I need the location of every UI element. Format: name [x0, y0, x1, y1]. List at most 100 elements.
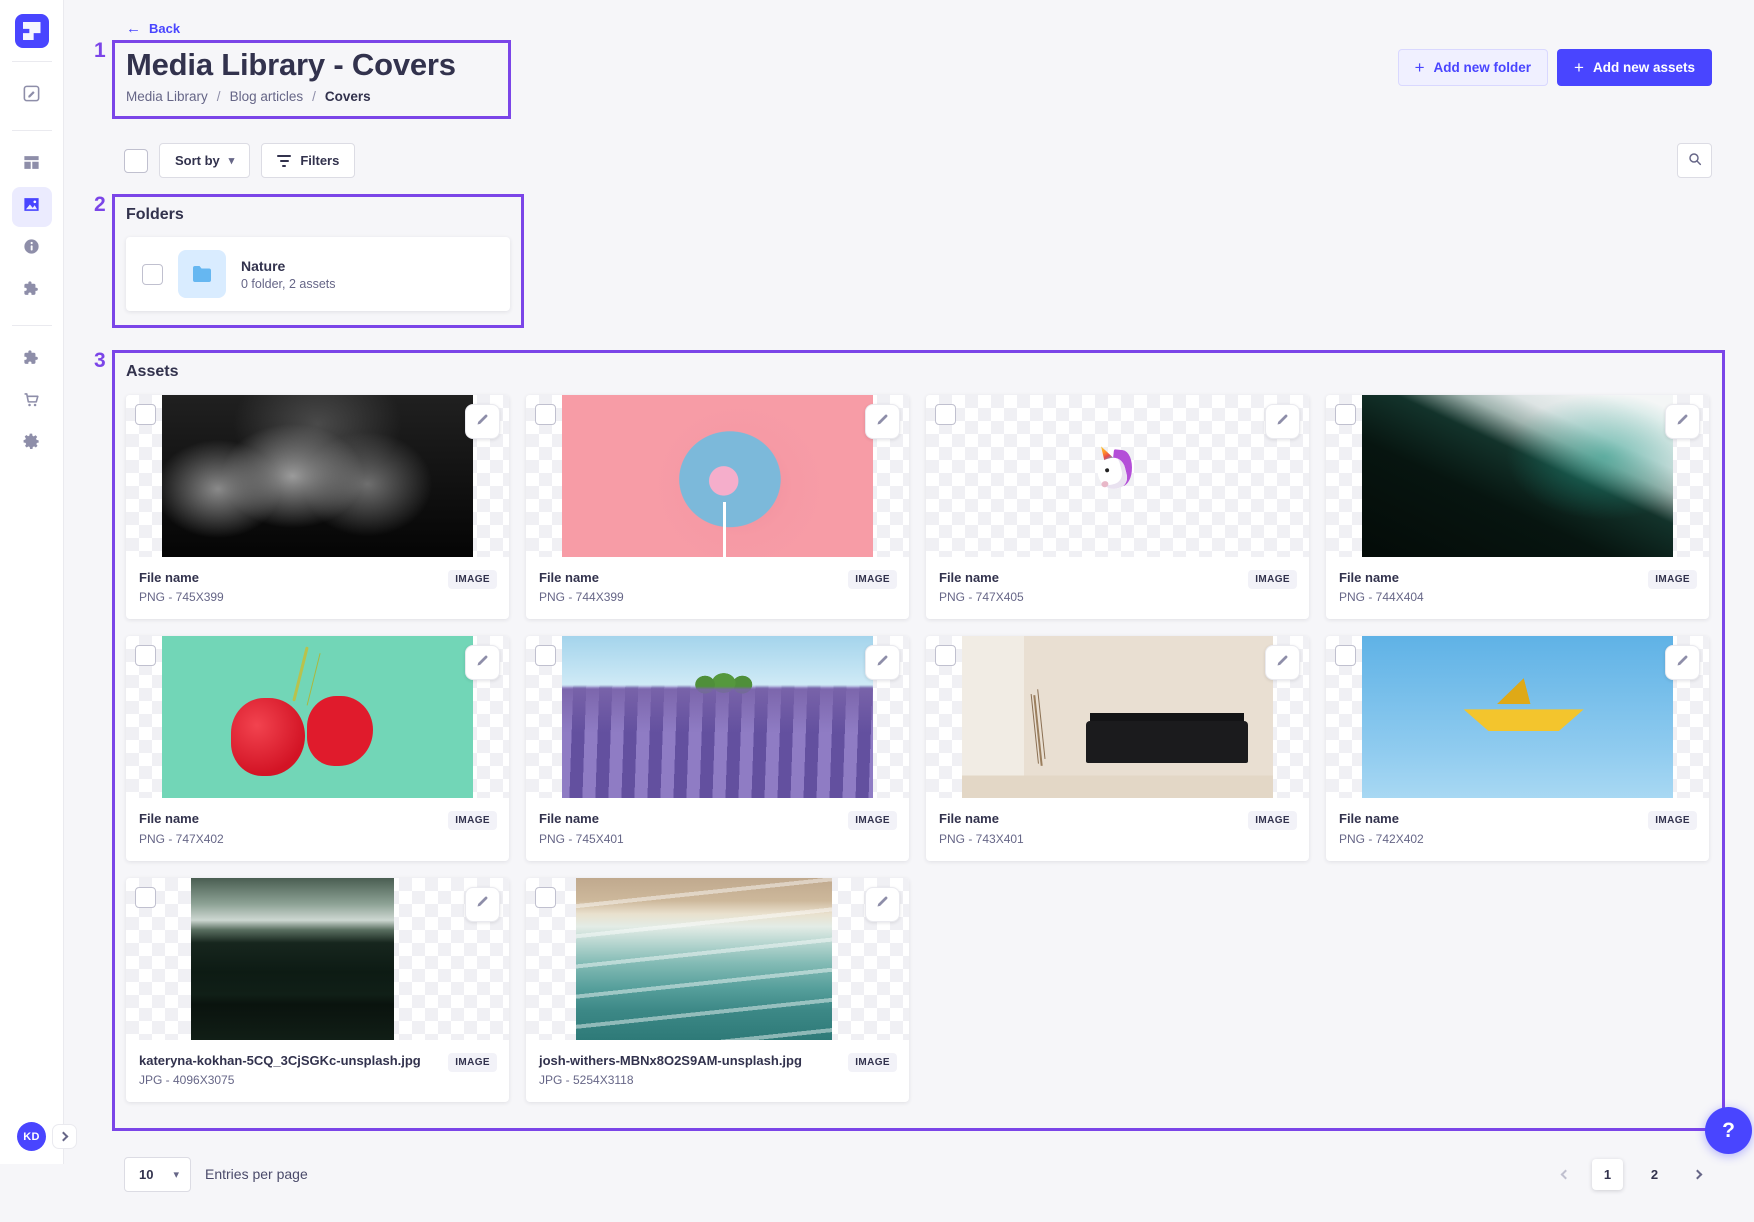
add-new-assets-button[interactable]: + Add new assets [1557, 49, 1712, 86]
asset-card[interactable]: File name PNG - 744X399 IMAGE [526, 395, 909, 619]
breadcrumb-separator: / [217, 89, 221, 104]
edit-asset-button[interactable] [1665, 404, 1700, 439]
asset-type-badge: IMAGE [448, 1053, 497, 1072]
asset-type-badge: IMAGE [1248, 570, 1297, 589]
edit-asset-button[interactable] [465, 645, 500, 680]
page-button-1[interactable]: 1 [1592, 1159, 1623, 1190]
add-new-folder-button[interactable]: + Add new folder [1398, 49, 1548, 86]
unicorn-image [926, 395, 1309, 557]
strapi-logo[interactable] [15, 14, 49, 48]
edit-asset-button[interactable] [865, 645, 900, 680]
asset-card[interactable]: File name PNG - 747X402 IMAGE [126, 636, 509, 860]
previous-page-button[interactable] [1552, 1162, 1576, 1186]
puzzle-icon [22, 348, 41, 372]
folder-card-nature[interactable]: Nature 0 folder, 2 assets [126, 237, 510, 311]
asset-card[interactable]: josh-withers-MBNx8O2S9AM-unsplash.jpg JP… [526, 878, 909, 1102]
asset-thumbnail [126, 395, 509, 557]
asset-checkbox[interactable] [535, 887, 556, 908]
pencil-icon [1275, 653, 1290, 673]
media-library-icon [22, 195, 41, 219]
plus-icon: + [1415, 59, 1425, 76]
asset-type-badge: IMAGE [1648, 570, 1697, 589]
folder-checkbox[interactable] [142, 264, 163, 285]
annotation-box-3: 3 Assets File name PNG - 745X399 IMAGE [112, 350, 1725, 1131]
pencil-icon [875, 653, 890, 673]
asset-checkbox[interactable] [1335, 404, 1356, 425]
sidebar-item-documentation[interactable] [12, 229, 52, 269]
asset-checkbox[interactable] [535, 645, 556, 666]
asset-file-meta: JPG - 4096X3075 [139, 1073, 421, 1087]
unicorn-art [1092, 448, 1140, 496]
puzzle-icon [22, 279, 41, 303]
sidebar-item-purchase[interactable] [12, 382, 52, 422]
edit-asset-button[interactable] [465, 887, 500, 922]
back-link[interactable]: ← Back [126, 21, 180, 36]
asset-thumbnail [126, 636, 509, 798]
edit-asset-button[interactable] [1265, 404, 1300, 439]
sidebar-item-marketplace[interactable] [12, 340, 52, 380]
asset-card[interactable]: File name PNG - 747X405 IMAGE [926, 395, 1309, 619]
cart-icon [22, 390, 41, 414]
asset-card[interactable]: File name PNG - 745X401 IMAGE [526, 636, 909, 860]
sidebar-collapse-button[interactable] [52, 1124, 77, 1149]
sidebar-item-media-library[interactable] [12, 187, 52, 227]
asset-checkbox[interactable] [135, 404, 156, 425]
asset-card[interactable]: File name PNG - 744X404 IMAGE [1326, 395, 1709, 619]
filters-button[interactable]: Filters [261, 143, 355, 178]
plus-icon: + [1574, 59, 1584, 76]
entries-per-page-select[interactable]: 10 ▾ [124, 1157, 191, 1192]
asset-type-badge: IMAGE [1248, 811, 1297, 830]
asset-card[interactable]: File name PNG - 742X402 IMAGE [1326, 636, 1709, 860]
asset-card[interactable]: File name PNG - 743X401 IMAGE [926, 636, 1309, 860]
asset-file-meta: PNG - 745X401 [539, 832, 624, 846]
pencil-icon [475, 894, 490, 914]
sidebar-item-content-type-builder[interactable] [12, 145, 52, 185]
pagination-bar: 10 ▾ Entries per page 1 2 [124, 1157, 1712, 1222]
sort-by-button[interactable]: Sort by ▾ [159, 143, 250, 178]
sidebar-item-content-manager[interactable] [12, 76, 52, 116]
sidebar-item-plugin[interactable] [12, 271, 52, 311]
asset-card[interactable]: File name PNG - 745X399 IMAGE [126, 395, 509, 619]
edit-asset-button[interactable] [865, 404, 900, 439]
sidebar-item-settings[interactable] [12, 424, 52, 464]
cherries-photo [162, 636, 472, 798]
asset-type-badge: IMAGE [448, 811, 497, 830]
asset-file-name: File name [539, 570, 624, 586]
search-button[interactable] [1677, 143, 1712, 178]
asset-file-name: File name [139, 811, 224, 827]
asset-type-badge: IMAGE [848, 811, 897, 830]
filters-label: Filters [300, 153, 339, 168]
select-all-checkbox[interactable] [124, 149, 148, 173]
asset-checkbox[interactable] [135, 645, 156, 666]
asset-card[interactable]: kateryna-kokhan-5CQ_3CjSGKc-unsplash.jpg… [126, 878, 509, 1102]
sort-by-label: Sort by [175, 153, 220, 168]
folder-meta: 0 folder, 2 assets [241, 277, 336, 291]
musicians-photo [162, 395, 472, 557]
asset-checkbox[interactable] [535, 404, 556, 425]
asset-checkbox[interactable] [935, 645, 956, 666]
breadcrumb-blog-articles[interactable]: Blog articles [230, 89, 304, 104]
entries-per-page-label: Entries per page [205, 1166, 308, 1182]
breadcrumb-media-library[interactable]: Media Library [126, 89, 208, 104]
edit-asset-button[interactable] [865, 887, 900, 922]
next-page-button[interactable] [1686, 1162, 1710, 1186]
asset-thumbnail [526, 878, 909, 1040]
asset-file-meta: PNG - 745X399 [139, 590, 224, 604]
filter-icon [277, 155, 291, 167]
annotation-number-3: 3 [94, 349, 106, 373]
help-button[interactable]: ? [1705, 1107, 1752, 1154]
chevron-right-icon [59, 1132, 69, 1142]
asset-checkbox[interactable] [135, 887, 156, 908]
edit-asset-button[interactable] [1665, 645, 1700, 680]
edit-asset-button[interactable] [465, 404, 500, 439]
add-folder-label: Add new folder [1434, 60, 1532, 75]
page-button-2[interactable]: 2 [1639, 1159, 1670, 1190]
edit-asset-button[interactable] [1265, 645, 1300, 680]
asset-type-badge: IMAGE [848, 570, 897, 589]
asset-checkbox[interactable] [935, 404, 956, 425]
chevron-down-icon: ▾ [173, 1168, 179, 1181]
asset-file-name: File name [1339, 811, 1424, 827]
asset-type-badge: IMAGE [848, 1053, 897, 1072]
user-avatar[interactable]: KD [17, 1122, 46, 1151]
asset-checkbox[interactable] [1335, 645, 1356, 666]
